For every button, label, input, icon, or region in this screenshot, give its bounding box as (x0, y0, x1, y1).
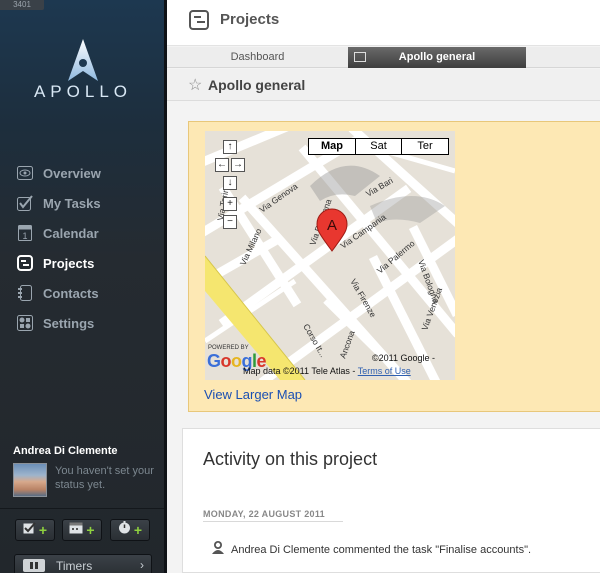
sidebar-item-contacts[interactable]: Contacts (0, 278, 164, 308)
sidebar-item-calendar[interactable]: 1 Calendar (0, 218, 164, 248)
build-number: 3401 (0, 0, 44, 10)
pan-left-button[interactable]: ← (215, 158, 229, 172)
sidebar-item-label: Contacts (43, 285, 99, 301)
timers-button[interactable]: Timers › (14, 554, 152, 573)
map-panel: Via Genova Via Ravenna Via Bari Via Camp… (188, 121, 600, 412)
tab-bar: Dashboard Apollo general (167, 47, 600, 68)
address-book-icon (17, 285, 33, 301)
rocket-logo-icon (68, 39, 98, 81)
pan-right-button[interactable]: → (231, 158, 245, 172)
pan-down-button[interactable]: ↓ (223, 176, 237, 190)
calendar-day-label: 1 (22, 231, 27, 241)
project-header: ☆ Apollo general (167, 69, 600, 101)
map-type-map[interactable]: Map (308, 138, 356, 155)
map-data-text: Map data ©2011 Tele Atlas - (243, 366, 356, 376)
map-type-terrain[interactable]: Ter (401, 138, 449, 155)
marker-label: A (327, 217, 337, 234)
plus-icon: + (86, 522, 95, 538)
projects-icon (189, 10, 209, 30)
apollo-logo[interactable]: APOLLO (28, 38, 138, 101)
sidebar-item-label: My Tasks (43, 195, 101, 211)
project-title: Apollo general (208, 77, 306, 93)
tab-label: Apollo general (398, 51, 476, 63)
map-copyright: ©2011 Google - (372, 353, 436, 363)
tab-dashboard[interactable]: Dashboard (167, 47, 348, 68)
view-larger-map-link[interactable]: View Larger Map (204, 387, 302, 402)
sidebar-item-label: Calendar (43, 225, 99, 241)
checkbox-icon (17, 195, 33, 211)
date-divider (203, 521, 343, 522)
add-task-button[interactable]: + (15, 519, 55, 541)
star-icon[interactable]: ☆ (188, 75, 202, 95)
zoom-out-button[interactable]: − (223, 215, 237, 229)
sidebar-item-projects[interactable]: Projects (0, 248, 164, 278)
activity-entry-text: Andrea Di Clemente commented the task "F… (231, 543, 532, 556)
calendar-icon (69, 521, 83, 539)
add-event-button[interactable]: + (62, 519, 102, 541)
timers-label: Timers (56, 559, 93, 573)
sidebar-item-my-tasks[interactable]: My Tasks (0, 188, 164, 218)
project-icon (354, 52, 366, 62)
sidebar-item-overview[interactable]: Overview (0, 158, 164, 188)
terms-of-use-link[interactable]: Terms of Use (358, 366, 411, 376)
sidebar-item-label: Overview (43, 165, 101, 181)
chevron-right-icon: › (140, 558, 144, 572)
add-timer-button[interactable]: + (110, 519, 150, 541)
sidebar-item-settings[interactable]: Settings (0, 308, 164, 338)
logo-text: APOLLO (33, 82, 133, 101)
pause-icon (23, 559, 45, 572)
eye-icon (17, 165, 33, 181)
pan-up-button[interactable]: ↑ (223, 140, 237, 154)
stopwatch-icon (118, 521, 131, 539)
google-map[interactable]: Via Genova Via Ravenna Via Bari Via Camp… (205, 131, 455, 380)
page-header: Projects (167, 0, 600, 46)
zoom-in-button[interactable]: + (223, 197, 237, 211)
activity-panel: Activity on this project MONDAY, 22 AUGU… (182, 428, 600, 573)
sidebar-nav: Overview My Tasks 1 Calendar Projects Co… (0, 158, 164, 338)
sidebar-divider (0, 508, 164, 509)
tab-apollo-general[interactable]: Apollo general (348, 47, 526, 68)
avatar[interactable] (13, 463, 47, 497)
sidebar: 3401 APOLLO Overview My Tasks 1 Calendar… (0, 0, 167, 573)
sidebar-item-label: Projects (43, 255, 95, 271)
comment-user-icon (211, 540, 225, 559)
projects-icon (17, 255, 33, 271)
map-type-satellite[interactable]: Sat (355, 138, 402, 155)
checkbox-icon (23, 521, 36, 539)
plus-icon: + (38, 522, 48, 538)
map-data-credit: Map data ©2011 Tele Atlas - Terms of Use (243, 366, 411, 376)
user-name[interactable]: Andrea Di Clemente (13, 445, 118, 457)
activity-title: Activity on this project (203, 449, 378, 469)
user-status[interactable]: You haven't set your status yet. (55, 464, 160, 492)
activity-date: MONDAY, 22 AUGUST 2011 (203, 509, 325, 519)
calendar-icon: 1 (17, 225, 33, 241)
sidebar-item-label: Settings (43, 315, 95, 331)
activity-entry: Andrea Di Clemente commented the task "F… (211, 540, 531, 559)
page-title: Projects (220, 11, 280, 28)
plus-icon: + (133, 522, 143, 538)
gear-icon (17, 315, 33, 331)
